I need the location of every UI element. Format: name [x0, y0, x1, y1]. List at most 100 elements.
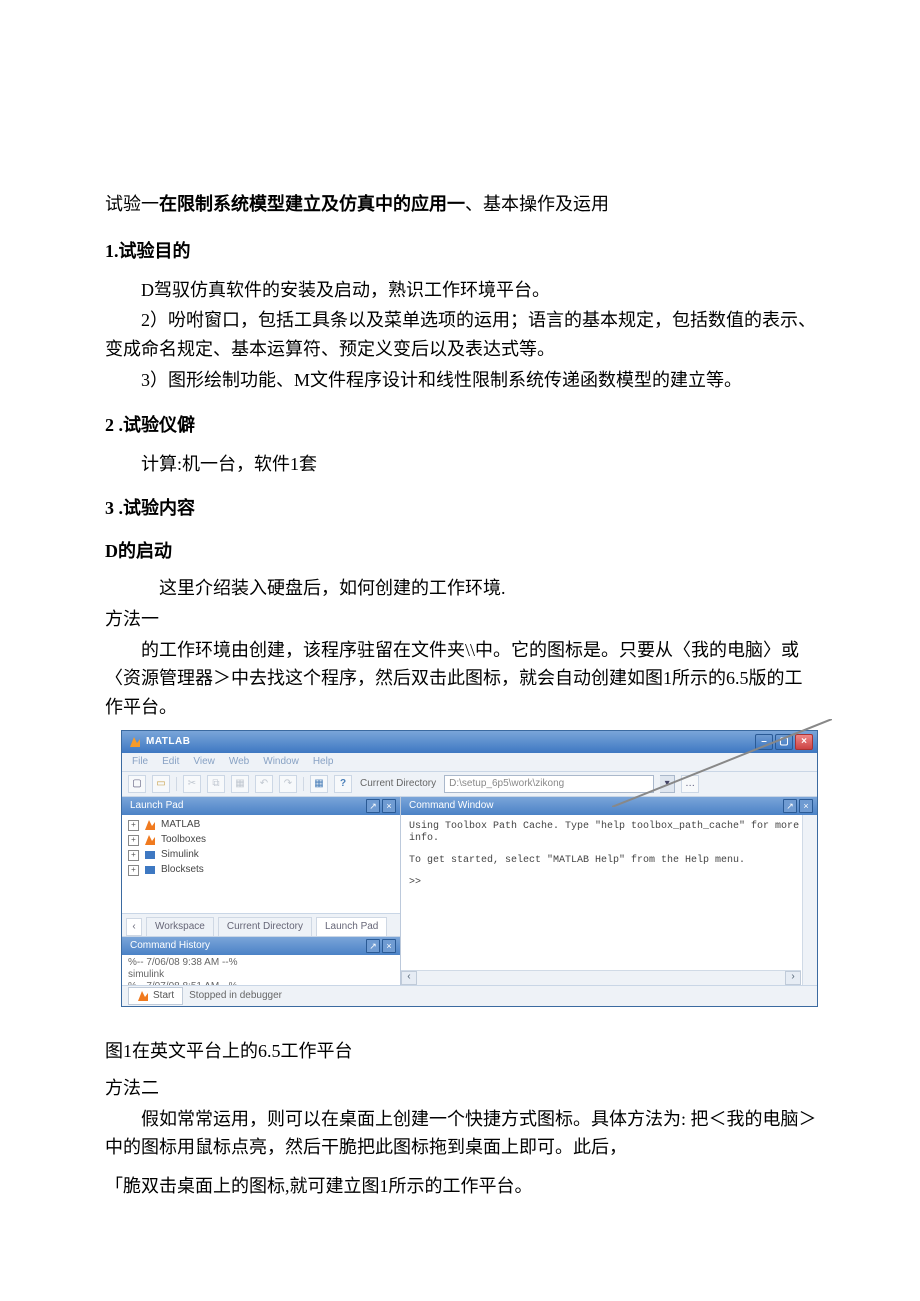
left-tabs-row: ‹ Workspace Current Directory Launch Pad	[122, 914, 400, 937]
tab-current-directory[interactable]: Current Directory	[218, 917, 312, 936]
tree-label: Simulink	[161, 849, 199, 861]
browse-dir-button[interactable]: …	[681, 775, 699, 793]
matlab-logo-icon	[144, 834, 156, 846]
panel-close-icon[interactable]: ×	[799, 799, 813, 813]
open-file-icon[interactable]: ▭	[152, 775, 170, 793]
section-2-heading: 2 .试验仪僻	[105, 411, 820, 440]
status-text: Stopped in debugger	[189, 990, 282, 1002]
undock-icon[interactable]: ↗	[783, 799, 797, 813]
simulink-icon	[144, 849, 156, 861]
cmd-prompt: >>	[409, 877, 809, 889]
start-button[interactable]: Start	[128, 987, 183, 1005]
command-window[interactable]: Using Toolbox Path Cache. Type "help too…	[401, 815, 817, 985]
matlab-logo-icon	[137, 990, 149, 1002]
method-2-p2: 「脆双击桌面上的图标,就可建立图1所示的工作平台。	[105, 1172, 820, 1201]
help-icon[interactable]: ?	[334, 775, 352, 793]
launch-pad-tree: + MATLAB + Toolboxes + Simulink	[122, 815, 400, 914]
cmd-line: To get started, select "MATLAB Help" fro…	[409, 855, 809, 867]
launch-pad-title: Launch Pad	[130, 800, 183, 812]
left-column: Launch Pad ↗× + MATLAB + Toolboxes	[122, 797, 401, 985]
command-window-title: Command Window	[409, 800, 493, 812]
matlab-logo-icon	[128, 735, 142, 749]
expander-icon[interactable]: +	[128, 850, 139, 861]
command-history[interactable]: %-- 7/06/08 9:38 AM --% simulink %-- 7/0…	[122, 955, 400, 985]
window-body: Launch Pad ↗× + MATLAB + Toolboxes	[122, 797, 817, 985]
maximize-button[interactable]: ▢	[775, 734, 793, 750]
separator	[176, 777, 177, 791]
tab-workspace[interactable]: Workspace	[146, 917, 214, 936]
title-prefix: 试验一	[105, 194, 159, 214]
undo-icon[interactable]: ↶	[255, 775, 273, 793]
simulink-icon	[144, 864, 156, 876]
copy-icon[interactable]: ⧉	[207, 775, 225, 793]
panel-close-icon[interactable]: ×	[382, 939, 396, 953]
current-dir-label: Current Directory	[360, 778, 436, 790]
expander-icon[interactable]: +	[128, 865, 139, 876]
expander-icon[interactable]: +	[128, 820, 139, 831]
menu-file[interactable]: File	[132, 756, 148, 768]
paste-icon[interactable]: ▦	[231, 775, 249, 793]
menu-view[interactable]: View	[193, 756, 215, 768]
tree-label: Toolboxes	[161, 834, 206, 846]
tab-launch-pad[interactable]: Launch Pad	[316, 917, 387, 936]
new-file-icon[interactable]: ▢	[128, 775, 146, 793]
panel-close-icon[interactable]: ×	[382, 799, 396, 813]
menu-help[interactable]: Help	[313, 756, 334, 768]
history-line: %-- 7/07/08 8:51 AM --%	[128, 981, 394, 985]
tree-row[interactable]: + Toolboxes	[128, 833, 394, 848]
redo-icon[interactable]: ↷	[279, 775, 297, 793]
menu-bar: File Edit View Web Window Help	[122, 753, 817, 772]
simulink-icon[interactable]: ▦	[310, 775, 328, 793]
start-label: Start	[153, 990, 174, 1002]
document-page: 试验一在限制系统模型建立及仿真中的应用一、基本操作及运用 1.试验目的 D驾驭仿…	[0, 0, 920, 1263]
menu-window[interactable]: Window	[263, 756, 299, 768]
tabs-prev-icon[interactable]: ‹	[126, 918, 142, 936]
command-window-header: Command Window ↗×	[401, 797, 817, 815]
section-4-p3: 的工作环境由创建，该程序驻留在文件夹\\中。它的图标是。只要从〈我的电脑〉或〈资…	[105, 636, 820, 722]
cut-icon[interactable]: ✂	[183, 775, 201, 793]
menu-edit[interactable]: Edit	[162, 756, 179, 768]
section-3-heading: 3 .试验内容	[105, 494, 820, 523]
history-header: Command History ↗×	[122, 937, 400, 955]
close-button[interactable]: ×	[795, 734, 813, 750]
section-1-heading: 1.试验目的	[105, 237, 820, 266]
tree-row[interactable]: + MATLAB	[128, 818, 394, 833]
scroll-left-icon[interactable]: ‹	[401, 971, 417, 985]
scroll-right-icon[interactable]: ›	[785, 971, 801, 985]
menu-web[interactable]: Web	[229, 756, 249, 768]
title-suffix: 、基本操作及运用	[465, 194, 609, 214]
undock-icon[interactable]: ↗	[366, 939, 380, 953]
matlab-window: MATLAB – ▢ × File Edit View Web Window H…	[121, 730, 818, 1007]
matlab-logo-icon	[144, 819, 156, 831]
section-4-heading: D的启动	[105, 537, 820, 566]
figure-1-caption: 图1在英文平台上的6.5工作平台	[105, 1037, 820, 1066]
current-dir-input[interactable]: D:\setup_6p5\work\zikong	[444, 775, 654, 793]
method-2-heading: 方法二	[105, 1074, 820, 1103]
horizontal-scrollbar[interactable]: ‹ ›	[401, 970, 801, 985]
section-1-p2: 2）吩咐窗口，包括工具条以及菜单选项的运用；语言的基本规定，包括数值的表示、变成…	[105, 306, 820, 364]
vertical-scrollbar[interactable]	[802, 815, 817, 985]
minimize-button[interactable]: –	[755, 734, 773, 750]
title-bar[interactable]: MATLAB – ▢ ×	[122, 731, 817, 753]
undock-icon[interactable]: ↗	[366, 799, 380, 813]
section-4-p2: 方法一	[105, 605, 820, 634]
tree-label: Blocksets	[161, 864, 204, 876]
tree-row[interactable]: + Blocksets	[128, 863, 394, 878]
expander-icon[interactable]: +	[128, 835, 139, 846]
section-1-p1: D驾驭仿真软件的安装及启动，熟识工作环境平台。	[105, 276, 820, 305]
status-bar: Start Stopped in debugger	[122, 985, 817, 1006]
spacer	[409, 845, 809, 855]
toolbar: ▢ ▭ ✂ ⧉ ▦ ↶ ↷ ▦ ? Current Directory D:\s…	[122, 772, 817, 797]
section-2-p1: 计算:机一台，软件1套	[105, 450, 820, 479]
method-2-p1: 假如常常运用，则可以在桌面上创建一个快捷方式图标。具体方法为: 把＜我的电脑＞中…	[105, 1105, 820, 1163]
dir-dropdown-icon[interactable]: ▾	[660, 775, 675, 793]
cmd-line: Using Toolbox Path Cache. Type "help too…	[409, 821, 809, 845]
history-line: %-- 7/06/08 9:38 AM --%	[128, 957, 394, 969]
section-4-p1: 这里介绍装入硬盘后，如何创建的工作环境.	[105, 574, 820, 603]
section-1-p3: 3）图形绘制功能、M文件程序设计和线性限制系统传递函数模型的建立等。	[105, 366, 820, 395]
tree-row[interactable]: + Simulink	[128, 848, 394, 863]
title-bold: 在限制系统模型建立及仿真中的应用一	[159, 194, 465, 214]
launch-pad-header: Launch Pad ↗×	[122, 797, 400, 815]
history-line: simulink	[128, 969, 394, 981]
doc-title: 试验一在限制系统模型建立及仿真中的应用一、基本操作及运用	[105, 190, 820, 219]
